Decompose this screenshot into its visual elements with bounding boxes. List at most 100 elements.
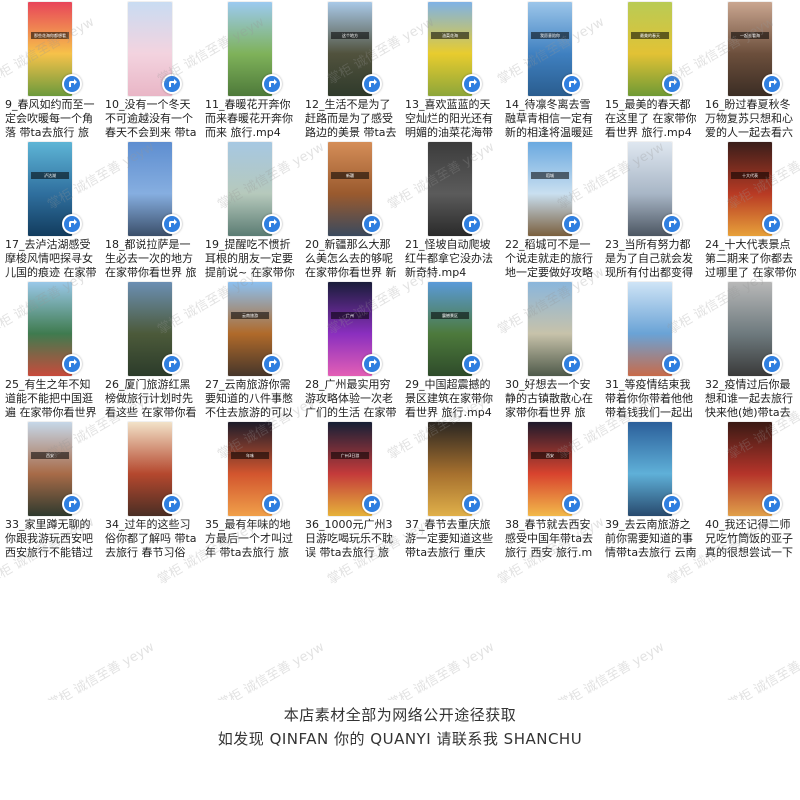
shortcut-arrow-icon <box>762 494 782 514</box>
video-file-item[interactable]: 泸沽湖 17_去泸沽湖感受摩梭风情吧探寻女儿国的痕迹 在家带你看世界 ... <box>0 140 100 280</box>
video-file-item[interactable]: 十大代表 24_十大代表景点第二期来了你都去过哪里了 在家带你看世界 旅... <box>700 140 800 280</box>
shortcut-arrow-icon <box>762 214 782 234</box>
video-filename: 24_十大代表景点第二期来了你都去过哪里了 在家带你看世界 旅... <box>705 238 797 279</box>
thumbnail-caption: 新疆 <box>331 172 369 179</box>
shortcut-arrow-icon <box>162 494 182 514</box>
thumbnail-caption: 西安 <box>531 452 569 459</box>
video-file-item[interactable]: 西安 33_家里蹲无聊的你跟我游玩西安吧西安旅行不能错过的体验最后... <box>0 420 100 560</box>
shortcut-arrow-icon <box>162 214 182 234</box>
video-filename: 34_过年的这些习俗你都了解吗 带ta去旅行 春节习俗 旅行.mp4 <box>105 518 197 559</box>
shortcut-arrow-icon <box>562 354 582 374</box>
video-file-item[interactable]: 37_春节去重庆旅游一定要知道这些带ta去旅行 重庆 旅行.mp4 <box>400 420 500 560</box>
shortcut-arrow-icon <box>662 494 682 514</box>
video-file-item[interactable]: 39_去云南旅游之前你需要知道的事情带ta去旅行 云南 旅行.mp4 <box>600 420 700 560</box>
video-filename: 40_我还记得二师兄吃竹筒饭的亚子真的很想尝试一下 云南 带ta... <box>705 518 793 559</box>
video-file-item[interactable]: 30_好想去一个安静的古镇散散心在家带你看世界 旅行.mp4 <box>500 280 600 420</box>
video-file-item[interactable]: 广州3日游 36_1000元广州3日游吃喝玩乐不耽误 带ta去旅行 旅行.mp4 <box>300 420 400 560</box>
video-file-item[interactable]: 21_怪坡自动爬坡红牛都拿它没办法新奇特.mp4 <box>400 140 500 280</box>
video-file-item[interactable]: 新疆 20_新疆那么大那么美怎么去的够呢 在家带你看世界 新疆 旅行... <box>300 140 400 280</box>
thumbnail-caption: 那些花海你都想看 <box>31 32 69 39</box>
video-file-item[interactable]: 广州 28_广州最实用穷游攻略体验一次老广们的生活 在家带你看世界 ... <box>300 280 400 420</box>
video-file-item[interactable]: 云南旅游 27_云南旅游你需要知道的八件事憋不住去旅游的可以开始做攻略... <box>200 280 300 420</box>
video-file-item[interactable]: 最美的春天 15_最美的春天都在这里了 在家带你看世界 旅行.mp4 <box>600 0 700 140</box>
video-file-item[interactable]: 10_没有一个冬天不可逾越没有一个春天不会到来 带ta去旅行 遇... <box>100 0 200 140</box>
thumbnail-caption: 年味 <box>231 452 269 459</box>
shortcut-arrow-icon <box>362 494 382 514</box>
shortcut-arrow-icon <box>262 354 282 374</box>
video-filename: 12_生活不是为了赶路而是为了感受路边的美景 带ta去旅行 旅行... <box>305 98 397 139</box>
video-file-item[interactable]: 11_春暖花开奔你而来春暖花开奔你而来 旅行.mp4 <box>200 0 300 140</box>
thumbnail-caption: 我愿意陪你 <box>531 32 569 39</box>
thumbnail-caption: 震撼景区 <box>431 312 469 319</box>
video-file-item[interactable]: 34_过年的这些习俗你都了解吗 带ta去旅行 春节习俗 旅行.mp4 <box>100 420 200 560</box>
thumbnail-caption: 云南旅游 <box>231 312 269 319</box>
video-file-item[interactable]: 23_当所有努力都是为了自己就会发现所有付出都变得心甘情愿... <box>600 140 700 280</box>
video-filename: 19_提醒吃不惯折耳根的朋友一定要提前说~ 在家带你看世界 贵... <box>205 238 295 279</box>
video-file-item[interactable]: 32_疫情过后你最想和谁一起去旅行快来他(她)带ta去旅行 环球旅... <box>700 280 800 420</box>
video-filename: 15_最美的春天都在这里了 在家带你看世界 旅行.mp4 <box>605 98 697 139</box>
video-filename: 20_新疆那么大那么美怎么去的够呢 在家带你看世界 新疆 旅行... <box>305 238 397 279</box>
shortcut-arrow-icon <box>562 214 582 234</box>
video-file-item[interactable]: 西安 38_春节就去西安感受中国年带ta去旅行 西安 旅行.mp4 <box>500 420 600 560</box>
shortcut-arrow-icon <box>362 214 382 234</box>
thumbnail-caption: 稻城 <box>531 172 569 179</box>
video-filename: 33_家里蹲无聊的你跟我游玩西安吧西安旅行不能错过的体验最后... <box>5 518 93 559</box>
video-filename: 22_稻城可不是一个说走就走的旅行地一定要做好攻略 在家带你... <box>505 238 593 279</box>
shortcut-arrow-icon <box>762 354 782 374</box>
video-file-item[interactable]: 26_厦门旅游红黑榜做旅行计划时先看这些 在家带你看世界 旅行... <box>100 280 200 420</box>
thumbnail-caption: 一起去看海 <box>731 32 769 39</box>
video-file-item[interactable]: 那些花海你都想看 9_春风如约而至一定会吹暖每一个角落 带ta去旅行 旅行.mp4 <box>0 0 100 140</box>
shortcut-arrow-icon <box>262 494 282 514</box>
video-file-item[interactable]: 我愿意陪你 14_待凛冬离去雪融草青相信一定有新的相逢将温暖延续 带ta去... <box>500 0 600 140</box>
shortcut-arrow-icon <box>162 74 182 94</box>
video-filename: 28_广州最实用穷游攻略体验一次老广们的生活 在家带你看世界 ... <box>305 378 397 419</box>
video-filename: 25_有生之年不知道能不能把中国逛遍 在家带你看世界 旅行.mp4 <box>5 378 97 419</box>
video-filename: 30_好想去一个安静的古镇散散心在家带你看世界 旅行.mp4 <box>505 378 593 419</box>
shortcut-arrow-icon <box>462 214 482 234</box>
shortcut-arrow-icon <box>262 74 282 94</box>
shortcut-arrow-icon <box>362 74 382 94</box>
video-filename: 16_盼过春夏秋冬万物复苏只想和心爱的人一起去看六月的海 在... <box>705 98 793 139</box>
shortcut-arrow-icon <box>62 214 82 234</box>
thumbnail-caption: 广州 <box>331 312 369 319</box>
shortcut-arrow-icon <box>462 354 482 374</box>
video-file-item[interactable]: 19_提醒吃不惯折耳根的朋友一定要提前说~ 在家带你看世界 贵... <box>200 140 300 280</box>
shortcut-arrow-icon <box>62 494 82 514</box>
thumbnail-caption: 广州3日游 <box>331 452 369 459</box>
thumbnail-caption: 西安 <box>31 452 69 459</box>
video-filename: 23_当所有努力都是为了自己就会发现所有付出都变得心甘情愿... <box>605 238 693 279</box>
shortcut-arrow-icon <box>462 494 482 514</box>
video-filename: 37_春节去重庆旅游一定要知道这些带ta去旅行 重庆 旅行.mp4 <box>405 518 493 559</box>
shortcut-arrow-icon <box>562 74 582 94</box>
thumbnail-caption: 最美的春天 <box>631 32 669 39</box>
shortcut-arrow-icon <box>762 74 782 94</box>
shortcut-arrow-icon <box>62 354 82 374</box>
video-filename: 17_去泸沽湖感受摩梭风情吧探寻女儿国的痕迹 在家带你看世界 ... <box>5 238 97 279</box>
video-file-item[interactable]: 18_都说拉萨是一生必去一次的地方 在家带你看世界 旅行.mp4 <box>100 140 200 280</box>
shortcut-arrow-icon <box>362 354 382 374</box>
video-filename: 10_没有一个冬天不可逾越没有一个春天不会到来 带ta去旅行 遇... <box>105 98 197 139</box>
thumbnail-caption: 这个地方 <box>331 32 369 39</box>
video-file-item[interactable]: 这个地方 12_生活不是为了赶路而是为了感受路边的美景 带ta去旅行 旅行... <box>300 0 400 140</box>
video-file-item[interactable]: 稻城 22_稻城可不是一个说走就走的旅行地一定要做好攻略 在家带你... <box>500 140 600 280</box>
video-filename: 32_疫情过后你最想和谁一起去旅行快来他(她)带ta去旅行 环球旅... <box>705 378 793 419</box>
footer-notice-line-2: 如发现 QINFAN 你的 QUANYI 请联系我 SHANCHU <box>217 730 583 748</box>
video-filename: 14_待凛冬离去雪融草青相信一定有新的相逢将温暖延续 带ta去... <box>505 98 593 139</box>
video-file-item[interactable]: 40_我还记得二师兄吃竹筒饭的亚子真的很想尝试一下 云南 带ta... <box>700 420 800 560</box>
video-grid: 那些花海你都想看 9_春风如约而至一定会吹暖每一个角落 带ta去旅行 旅行.mp4… <box>0 0 800 700</box>
video-file-item[interactable]: 25_有生之年不知道能不能把中国逛遍 在家带你看世界 旅行.mp4 <box>0 280 100 420</box>
video-filename: 11_春暖花开奔你而来春暖花开奔你而来 旅行.mp4 <box>205 98 293 139</box>
shortcut-arrow-icon <box>162 354 182 374</box>
video-file-item[interactable]: 31_等疫情结束我带着你你带着他他带着钱我们一起出去玩吧旅行... <box>600 280 700 420</box>
shortcut-arrow-icon <box>262 214 282 234</box>
thumbnail-caption: 油菜花海 <box>431 32 469 39</box>
video-file-item[interactable]: 年味 35_最有年味的地方最后一个才叫过年 带ta去旅行 旅行.mp4 <box>200 420 300 560</box>
video-file-item[interactable]: 一起去看海 16_盼过春夏秋冬万物复苏只想和心爱的人一起去看六月的海 在... <box>700 0 800 140</box>
shortcut-arrow-icon <box>662 214 682 234</box>
thumbnail-caption: 泸沽湖 <box>31 172 69 179</box>
footer-notice-line-1: 本店素材全部为网络公开途径获取 <box>283 706 517 724</box>
video-file-item[interactable]: 震撼景区 29_中国超震撼的景区建筑在家带你看世界 旅行.mp4 <box>400 280 500 420</box>
video-file-item[interactable]: 油菜花海 13_喜欢蓝蓝的天空灿烂的阳光还有明媚的油菜花海带ta去旅行 ... <box>400 0 500 140</box>
shortcut-arrow-icon <box>462 74 482 94</box>
video-filename: 38_春节就去西安感受中国年带ta去旅行 西安 旅行.mp4 <box>505 518 594 559</box>
